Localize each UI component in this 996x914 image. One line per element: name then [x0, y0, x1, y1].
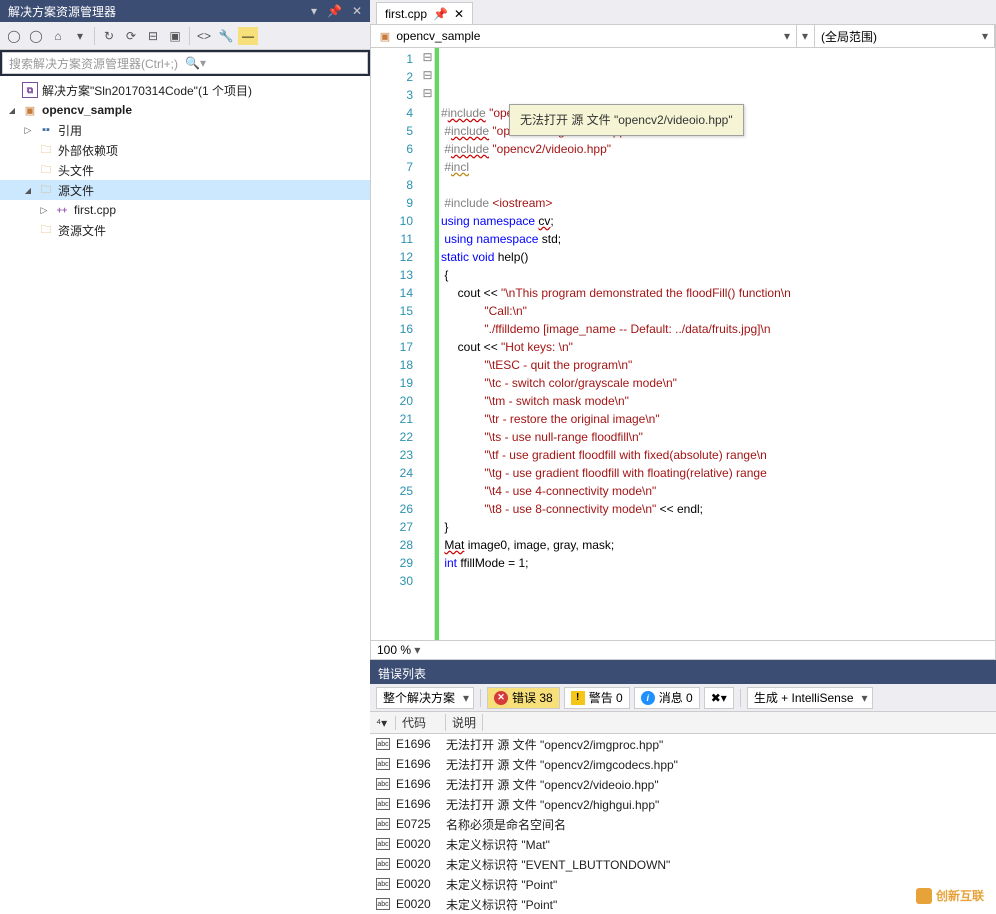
panel-title: 解决方案资源管理器	[8, 3, 311, 20]
code-editor[interactable]: 1234567891011121314151617181920212223242…	[370, 48, 996, 640]
logo-icon	[916, 888, 932, 904]
solution-toolbar: ◯ ◯ ⌂ ▾ ↻ ⟳ ⊟ ▣ <> 🔧 —	[0, 22, 370, 50]
messages-filter-button[interactable]: i 消息 0	[634, 687, 700, 709]
pin-icon[interactable]: 📌	[327, 4, 342, 18]
folder-icon: 🗀	[38, 182, 54, 198]
error-grid[interactable]: ⁴▾ 代码 说明 abcE1696无法打开 源 文件 "opencv2/imgp…	[370, 712, 996, 914]
references-icon: ▪▪	[38, 122, 54, 138]
close-icon[interactable]: ✕	[352, 4, 362, 18]
info-icon: i	[641, 691, 655, 705]
error-row[interactable]: abcE1696无法打开 源 文件 "opencv2/imgproc.hpp"	[370, 734, 996, 754]
clear-button[interactable]: ✖▾	[704, 687, 734, 709]
warning-icon: !	[571, 691, 585, 705]
tab-strip: first.cpp 📌 ✕	[370, 0, 996, 24]
forward-icon[interactable]: ◯	[26, 26, 46, 46]
line-number-gutter: 1234567891011121314151617181920212223242…	[371, 48, 421, 640]
warnings-filter-button[interactable]: ! 警告 0	[564, 687, 630, 709]
collapse-icon[interactable]: ⊟	[143, 26, 163, 46]
nav-spacer	[797, 25, 815, 47]
folder-icon: 🗀	[38, 142, 54, 158]
error-list-title: 错误列表	[370, 662, 996, 684]
solution-search-input[interactable]: 搜索解决方案资源管理器(Ctrl+;) 🔍▾	[2, 52, 368, 74]
code-icon[interactable]: <>	[194, 26, 214, 46]
error-row[interactable]: abcE0020未定义标识符 "EVENT_LBUTTONDOWN"	[370, 854, 996, 874]
error-grid-header: ⁴▾ 代码 说明	[370, 712, 996, 734]
error-row[interactable]: abcE1696无法打开 源 文件 "opencv2/highgui.hpp"	[370, 794, 996, 814]
show-all-icon[interactable]: ▣	[165, 26, 185, 46]
dropdown-icon[interactable]: ▾	[311, 4, 317, 18]
code-content[interactable]: #include "opencv2/imgproc.hpp" #include …	[439, 48, 995, 640]
home-icon[interactable]: ⌂	[48, 26, 68, 46]
solution-node[interactable]: ⧉ 解决方案"Sln20170314Code"(1 个项目)	[0, 80, 370, 100]
sync-icon[interactable]: ↻	[99, 26, 119, 46]
error-row[interactable]: abcE1696无法打开 源 文件 "opencv2/videoio.hpp"	[370, 774, 996, 794]
expand-icon[interactable]	[6, 105, 18, 116]
build-filter-dropdown[interactable]: 生成 + IntelliSense	[747, 687, 873, 709]
project-node[interactable]: ▣ opencv_sample	[0, 100, 370, 120]
resources-node[interactable]: 🗀 资源文件	[0, 220, 370, 240]
col-desc[interactable]: 说明	[446, 714, 483, 731]
tab-label: first.cpp	[385, 7, 427, 21]
watermark-logo: 创新互联	[916, 887, 984, 904]
back-icon[interactable]: ◯	[4, 26, 24, 46]
solution-icon: ⧉	[22, 82, 38, 98]
solution-explorer-panel: 解决方案资源管理器 ▾ 📌 ✕ ◯ ◯ ⌂ ▾ ↻ ⟳ ⊟ ▣ <> 🔧 — 搜…	[0, 0, 370, 914]
search-placeholder: 搜索解决方案资源管理器(Ctrl+;)	[9, 55, 185, 72]
pin-icon[interactable]: 📌	[433, 7, 448, 21]
error-icon: ✕	[494, 691, 508, 705]
navigation-bar: ▣ opencv_sample (全局范围)	[370, 24, 996, 48]
error-list-panel: 错误列表 整个解决方案 ✕ 错误 38 ! 警告 0 i 消息 0 ✖▾ 生成 …	[370, 660, 996, 914]
panel-titlebar: 解决方案资源管理器 ▾ 📌 ✕	[0, 0, 370, 22]
error-row[interactable]: abcE1696无法打开 源 文件 "opencv2/imgcodecs.hpp…	[370, 754, 996, 774]
references-node[interactable]: ▪▪ 引用	[0, 120, 370, 140]
file-tab-first-cpp[interactable]: first.cpp 📌 ✕	[376, 2, 473, 24]
error-row[interactable]: abcE0020未定义标识符 "Mat"	[370, 834, 996, 854]
wrench-highlight-icon[interactable]: —	[238, 27, 258, 45]
search-dropdown-icon[interactable]: 🔍▾	[185, 56, 361, 70]
headers-node[interactable]: 🗀 头文件	[0, 160, 370, 180]
col-code[interactable]: 代码	[396, 714, 446, 731]
editor-panel: first.cpp 📌 ✕ ▣ opencv_sample (全局范围) 123…	[370, 0, 996, 914]
nav-member-dropdown[interactable]: (全局范围)	[815, 25, 995, 47]
solution-tree[interactable]: ⧉ 解决方案"Sln20170314Code"(1 个项目) ▣ opencv_…	[0, 76, 370, 914]
first-cpp-node[interactable]: ++ first.cpp	[0, 200, 370, 220]
nav-scope-dropdown[interactable]: ▣ opencv_sample	[371, 25, 797, 47]
refresh-icon[interactable]: ⟳	[121, 26, 141, 46]
folder-icon: 🗀	[38, 222, 54, 238]
intellisense-tooltip: 无法打开 源 文件 "opencv2/videoio.hpp"	[509, 104, 744, 136]
expand-icon[interactable]	[38, 205, 50, 216]
error-toolbar: 整个解决方案 ✕ 错误 38 ! 警告 0 i 消息 0 ✖▾ 生成 + Int…	[370, 684, 996, 712]
external-deps-node[interactable]: 🗀 外部依赖项	[0, 140, 370, 160]
errors-filter-button[interactable]: ✕ 错误 38	[487, 687, 560, 709]
error-row[interactable]: abcE0725名称必须是命名空间名	[370, 814, 996, 834]
folder-icon: 🗀	[38, 162, 54, 178]
cpp-file-icon: ++	[54, 202, 70, 218]
expand-icon[interactable]	[22, 125, 34, 136]
dropdown-icon[interactable]: ▾	[70, 26, 90, 46]
error-scope-dropdown[interactable]: 整个解决方案	[376, 687, 474, 709]
fold-column[interactable]: ⊟⊟⊟	[421, 48, 435, 640]
project-icon: ▣	[22, 102, 38, 118]
close-tab-icon[interactable]: ✕	[454, 7, 464, 21]
properties-icon[interactable]: 🔧	[216, 26, 236, 46]
expand-icon[interactable]	[22, 185, 34, 196]
error-row[interactable]: abcE0020未定义标识符 "Point"	[370, 894, 996, 914]
col-icon[interactable]: ⁴▾	[370, 716, 396, 730]
project-icon: ▣	[377, 28, 393, 44]
sources-node[interactable]: 🗀 源文件	[0, 180, 370, 200]
error-row[interactable]: abcE0020未定义标识符 "Point"	[370, 874, 996, 894]
zoom-indicator[interactable]: 100 %	[370, 640, 996, 660]
